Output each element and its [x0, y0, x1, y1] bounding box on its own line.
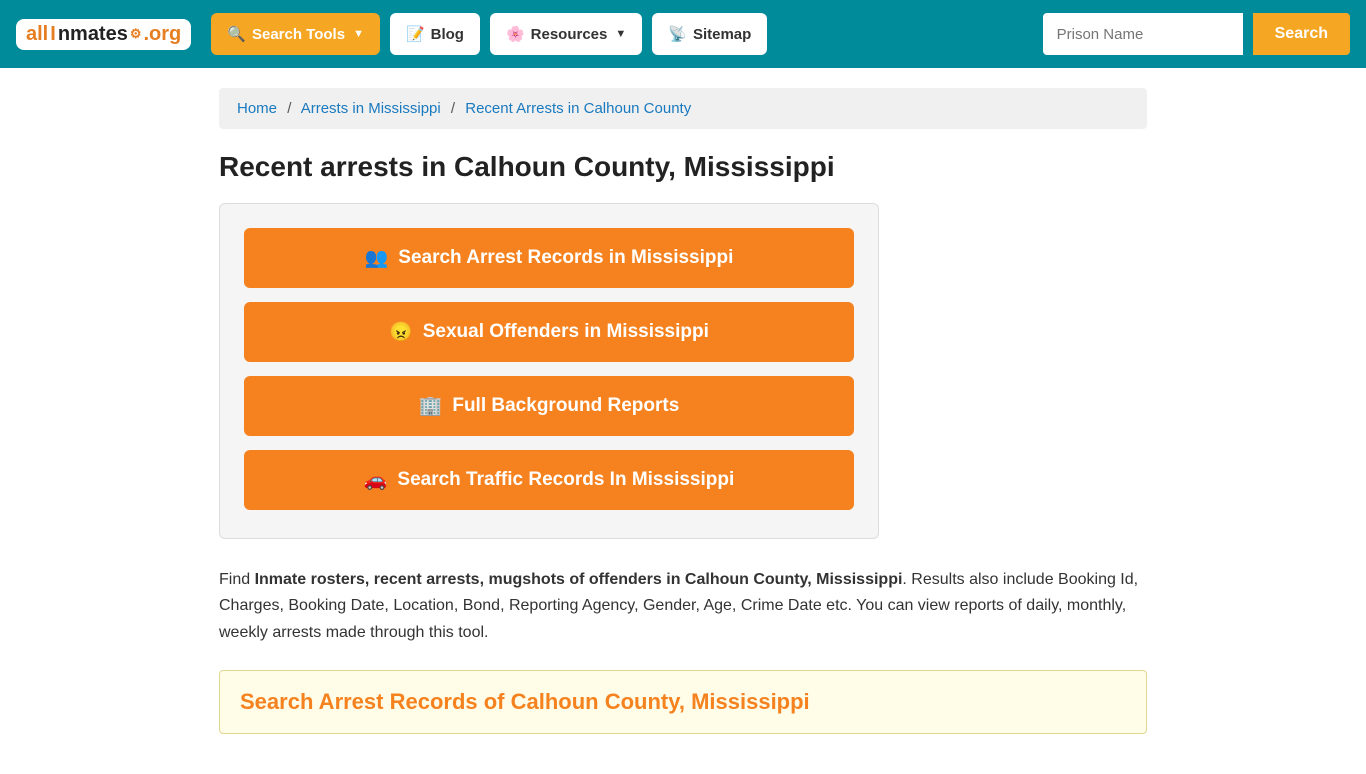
- search-tools-icon: 🔍: [227, 25, 246, 43]
- logo-org: .org: [144, 23, 182, 46]
- logo-inmates: nmates: [58, 23, 128, 46]
- full-background-reports-label: Full Background Reports: [452, 395, 679, 417]
- building-icon: 🏢: [419, 394, 443, 418]
- blog-button[interactable]: 📝 Blog: [390, 13, 480, 55]
- search-traffic-records-label: Search Traffic Records In Mississippi: [397, 469, 734, 491]
- prison-search-button[interactable]: Search: [1253, 13, 1350, 55]
- description: Find Inmate rosters, recent arrests, mug…: [219, 567, 1147, 646]
- resources-label: Resources: [531, 26, 608, 43]
- sitemap-button[interactable]: 📡 Sitemap: [652, 13, 767, 55]
- sitemap-label: Sitemap: [693, 26, 751, 43]
- description-start: Find: [219, 571, 255, 588]
- sitemap-icon: 📡: [668, 25, 687, 43]
- breadcrumb-home[interactable]: Home: [237, 100, 277, 117]
- description-bold: Inmate rosters, recent arrests, mugshots…: [255, 571, 903, 588]
- logo-all: all: [26, 23, 48, 46]
- navbar: allInmates⚙.org 🔍 Search Tools ▼ 📝 Blog …: [0, 0, 1366, 68]
- people-icon: 👥: [365, 246, 389, 270]
- resources-caret: ▼: [615, 28, 626, 40]
- breadcrumb-sep-2: /: [451, 100, 455, 117]
- search-tools-caret: ▼: [353, 28, 364, 40]
- search-tools-label: Search Tools: [252, 26, 345, 43]
- car-icon: 🚗: [364, 468, 388, 492]
- section-heading: Search Arrest Records of Calhoun County,…: [219, 670, 1147, 734]
- search-arrest-records-button[interactable]: 👥 Search Arrest Records in Mississippi: [244, 228, 854, 288]
- resources-button[interactable]: 🌸 Resources ▼: [490, 13, 642, 55]
- breadcrumb-current: Recent Arrests in Calhoun County: [465, 100, 691, 117]
- search-arrest-records-label: Search Arrest Records in Mississippi: [398, 247, 733, 269]
- blog-icon: 📝: [406, 25, 425, 43]
- page-title: Recent arrests in Calhoun County, Missis…: [219, 151, 1147, 183]
- search-traffic-records-button[interactable]: 🚗 Search Traffic Records In Mississippi: [244, 450, 854, 510]
- sexual-offenders-button[interactable]: 😠 Sexual Offenders in Mississippi: [244, 302, 854, 362]
- resources-icon: 🌸: [506, 25, 525, 43]
- full-background-reports-button[interactable]: 🏢 Full Background Reports: [244, 376, 854, 436]
- blog-label: Blog: [431, 26, 464, 43]
- breadcrumb: Home / Arrests in Mississippi / Recent A…: [219, 88, 1147, 129]
- search-tools-button[interactable]: 🔍 Search Tools ▼: [211, 13, 380, 55]
- breadcrumb-sep-1: /: [287, 100, 291, 117]
- main-content: Home / Arrests in Mississippi / Recent A…: [203, 68, 1163, 774]
- logo[interactable]: allInmates⚙.org: [16, 19, 191, 50]
- offender-icon: 😠: [389, 320, 413, 344]
- breadcrumb-arrests-ms[interactable]: Arrests in Mississippi: [301, 100, 441, 117]
- action-box: 👥 Search Arrest Records in Mississippi 😠…: [219, 203, 879, 539]
- prison-search-input[interactable]: [1043, 13, 1243, 55]
- sexual-offenders-label: Sexual Offenders in Mississippi: [423, 321, 709, 343]
